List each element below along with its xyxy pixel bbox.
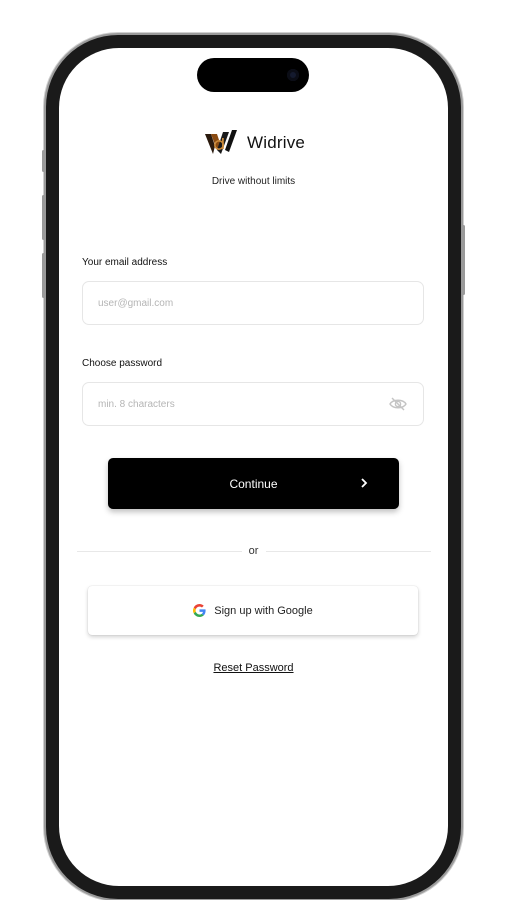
tagline: Drive without limits <box>211 176 296 187</box>
reset-password-row: Reset Password <box>59 662 448 674</box>
or-separator: or <box>248 545 259 557</box>
dynamic-island <box>197 58 309 92</box>
email-label: Your email address <box>82 257 168 268</box>
continue-button[interactable]: Continue <box>108 458 399 509</box>
google-signup-button[interactable]: Sign up with Google <box>88 586 418 635</box>
google-logo-icon <box>193 604 206 617</box>
phone-screen: Widrive Drive without limits Your email … <box>59 48 448 886</box>
power-button <box>462 225 465 295</box>
password-field-box <box>82 382 424 426</box>
brand-header: Widrive <box>205 130 305 156</box>
eye-off-icon[interactable] <box>389 396 407 412</box>
brand-name: Widrive <box>247 133 306 152</box>
widrive-logo-icon <box>205 130 237 154</box>
google-signup-label: Sign up with Google <box>214 604 313 617</box>
password-label: Choose password <box>82 358 163 369</box>
continue-button-label: Continue <box>229 476 278 491</box>
password-input[interactable] <box>83 383 378 425</box>
camera-icon <box>287 69 299 81</box>
email-input[interactable] <box>83 282 378 324</box>
email-field-box <box>82 281 424 325</box>
action-button <box>42 150 45 172</box>
volume-up-button <box>42 195 45 240</box>
volume-down-button <box>42 253 45 298</box>
chevron-right-icon <box>361 478 368 488</box>
phone-frame: Widrive Drive without limits Your email … <box>42 35 465 899</box>
reset-password-link[interactable]: Reset Password <box>213 662 293 674</box>
